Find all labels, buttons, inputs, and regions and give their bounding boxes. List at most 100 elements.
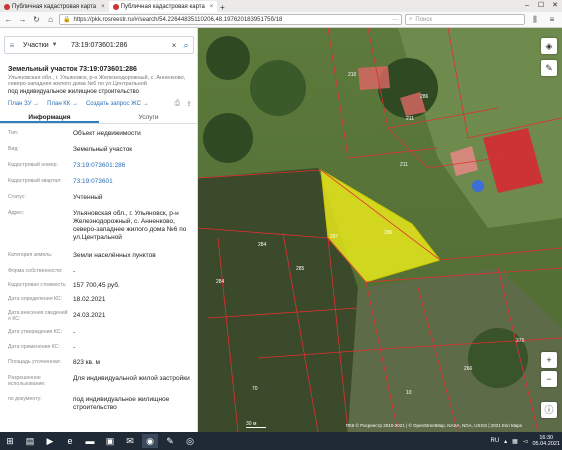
ie-icon[interactable]: e: [62, 434, 78, 448]
link-create-request[interactable]: Создать запрос ЖС →: [86, 101, 149, 107]
rosreestr-favicon: [4, 3, 10, 10]
cadastral-number-link[interactable]: 73:19:073601:286: [73, 162, 195, 170]
folder-icon[interactable]: ▬: [82, 434, 98, 448]
browser-tab-2[interactable]: Публичная кадастровая карта ×: [108, 1, 218, 12]
parcel-label: 211: [406, 116, 414, 122]
attr-value: 157 700,45 руб.: [73, 282, 120, 289]
tab-services[interactable]: Услуги: [99, 112, 197, 123]
close-window-button[interactable]: ✕: [548, 0, 562, 12]
firefox-icon[interactable]: ◉: [142, 434, 158, 448]
pool: [472, 180, 484, 192]
attr-label: Категория земель:: [8, 252, 53, 258]
page-actions-icon[interactable]: ···: [392, 17, 398, 23]
link-plan-kk[interactable]: План КК →: [47, 101, 78, 107]
chat-icon[interactable]: ✉: [122, 434, 138, 448]
parcel-title: Земельный участок 73:19:073601:286: [8, 66, 137, 73]
tree-cluster: [203, 113, 253, 163]
zoom-out-button[interactable]: −: [541, 371, 557, 387]
clock-date: 05.04.2021: [532, 441, 560, 447]
search-button[interactable]: ⌕: [179, 40, 193, 51]
tree-cluster: [206, 36, 250, 80]
tab-information[interactable]: Информация: [0, 112, 99, 123]
clear-icon[interactable]: ×: [169, 41, 179, 50]
browser-search-box[interactable]: ⌕ Поиск: [405, 14, 525, 25]
tree-cluster: [468, 328, 528, 388]
back-button[interactable]: ←: [3, 15, 14, 24]
parcel-label: 70: [252, 386, 258, 392]
attr-value: 24.03.2021: [73, 312, 106, 319]
parcel-label: 266: [464, 366, 473, 372]
home-button[interactable]: ⌂: [45, 15, 56, 24]
window-controls: – ☐ ✕: [520, 0, 562, 12]
print-icon[interactable]: ⎙: [175, 100, 181, 108]
attr-value: под индивидуальное жилищное строительств…: [73, 396, 170, 411]
info-button[interactable]: ⓘ: [541, 402, 557, 418]
browser-nav-bar: ← → ↻ ⌂ 🔒 https://pkk.rosreestr.ru/#/sea…: [0, 12, 562, 28]
attr-value: -: [73, 344, 76, 351]
volume-icon[interactable]: ◅: [523, 438, 528, 445]
attr-value: 823 кв. м: [73, 359, 101, 366]
browser-tab-1[interactable]: Публичная кадастровая карта ×: [0, 1, 109, 12]
parcel-usage-text: под индивидуальное жилищное строительств…: [8, 89, 139, 95]
network-icon[interactable]: ▦: [512, 438, 518, 445]
cadastral-search-bar: ≡ Участки ▼ × ⌕: [4, 36, 194, 54]
link-plan-zu[interactable]: План ЗУ →: [8, 101, 39, 107]
attr-label: Кадастровая стоимость:: [8, 282, 67, 288]
cadastral-quarter-link[interactable]: 73:19:073601: [73, 178, 195, 186]
attr-value: Для индивидуальной жилой застройки: [73, 375, 190, 382]
clock[interactable]: 16:30 05.04.2021: [532, 435, 560, 447]
attr-label: Кадастровый квартал:: [8, 178, 62, 184]
attr-value: -: [73, 329, 76, 336]
new-tab-button[interactable]: +: [217, 3, 227, 12]
url-bar[interactable]: 🔒 https://pkk.rosreestr.ru/#/search/54.2…: [59, 14, 402, 25]
cadastral-number-input[interactable]: [71, 41, 169, 49]
start-button[interactable]: ⊞: [2, 434, 18, 448]
close-tab-icon[interactable]: ×: [101, 4, 105, 10]
parcel-label: 287: [330, 234, 339, 240]
language-indicator[interactable]: RU: [490, 438, 499, 444]
reload-button[interactable]: ↻: [31, 15, 42, 24]
forward-button[interactable]: →: [17, 15, 28, 24]
map-attribution: ПКК © Росреестр 2010-2021 | © OpenStreet…: [345, 423, 522, 428]
url-text: https://pkk.rosreestr.ru/#/search/54.226…: [73, 16, 283, 23]
ruler-button[interactable]: ✎: [541, 60, 557, 76]
program-icon[interactable]: ◎: [182, 434, 198, 448]
attr-value: Учтенный: [73, 194, 103, 201]
chevron-down-icon: ▼: [51, 42, 58, 48]
maximize-button[interactable]: ☐: [534, 0, 548, 12]
zoom-in-button[interactable]: +: [541, 352, 557, 368]
map-canvas[interactable]: 210 286 211 211 287 284 286 285 284 70 2…: [198, 28, 562, 432]
browser-tab-bar: Публичная кадастровая карта × Публичная …: [0, 0, 562, 12]
info-panel: ≡ Участки ▼ × ⌕ Земельный участок 73:19:…: [0, 28, 198, 432]
screen: Публичная кадастровая карта × Публичная …: [0, 0, 562, 450]
attr-label: Вид:: [8, 146, 19, 152]
tray-arrow-icon[interactable]: ▴: [504, 438, 507, 445]
parcel-label: 284: [258, 242, 267, 248]
program-icon[interactable]: ▣: [102, 434, 118, 448]
windows-taskbar: ⊞ ▤ ▶ e ▬ ▣ ✉ ◉ ✎ ◎ RU ▴ ▦ ◅ 16:30 05.04…: [0, 432, 562, 450]
attr-label: Тип:: [8, 130, 19, 136]
share-icon[interactable]: ⇪: [186, 100, 192, 108]
media-player-icon[interactable]: ▶: [42, 434, 58, 448]
attr-value: Земли населённых пунктов: [73, 252, 156, 259]
cadastral-map[interactable]: 210 286 211 211 287 284 286 285 284 70 2…: [198, 28, 562, 432]
menu-icon[interactable]: ≡: [5, 41, 19, 50]
attr-label: Дата утверждения КС:: [8, 329, 62, 335]
explorer-icon[interactable]: ▤: [22, 434, 38, 448]
parcel-label: 284: [216, 279, 225, 285]
parcel-address-text: Ульяновская обл., г. Ульяновск, р-н Желе…: [8, 75, 186, 87]
category-select[interactable]: Участки ▼: [19, 42, 71, 49]
minimize-button[interactable]: –: [520, 0, 534, 12]
attr-label: Кадастровый номер:: [8, 162, 58, 168]
attr-value: Объект недвижимости: [73, 130, 141, 137]
library-icon[interactable]: ⫼: [528, 15, 542, 25]
attr-value: -: [73, 268, 76, 275]
attr-label: Статус:: [8, 194, 26, 200]
parcel-label: 275: [516, 338, 525, 344]
tree-cluster: [250, 60, 306, 116]
program-icon[interactable]: ✎: [162, 434, 178, 448]
hamburger-menu-icon[interactable]: ≡: [545, 15, 559, 24]
layers-button[interactable]: ◈: [541, 38, 557, 54]
tab-title: Публичная кадастровая карта: [120, 3, 205, 10]
close-tab-icon[interactable]: ×: [210, 4, 214, 10]
